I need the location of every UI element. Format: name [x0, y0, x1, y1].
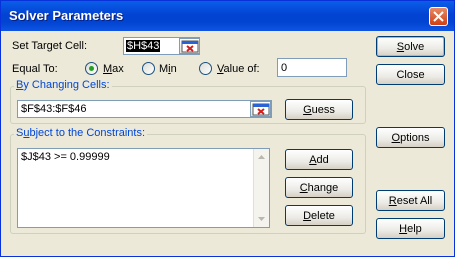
window-title: Solver Parameters: [9, 8, 124, 23]
solver-dialog: Solver Parameters Set Target Cell: $H$43…: [0, 0, 455, 257]
solve-button[interactable]: Solve: [376, 36, 445, 57]
scroll-up-icon[interactable]: [254, 149, 269, 165]
constraints-list[interactable]: $J$43 >= 0.99999: [17, 148, 270, 228]
collapse-dialog-icon: [181, 40, 199, 53]
radio-value-of[interactable]: [199, 62, 212, 75]
changing-cells-field[interactable]: $F$43:$F$46: [17, 100, 272, 118]
scrollbar[interactable]: [253, 149, 269, 227]
close-window-button[interactable]: [429, 7, 448, 26]
radio-value-of-label[interactable]: Value of:: [217, 63, 260, 75]
changing-cells-value: $F$43:$F$46: [21, 103, 87, 115]
target-collapse-button[interactable]: [179, 38, 200, 54]
target-cell-label: Set Target Cell:: [12, 40, 88, 52]
equal-to-label: Equal To:: [12, 63, 58, 75]
change-button[interactable]: Change: [285, 177, 353, 198]
guess-button[interactable]: Guess: [285, 99, 353, 120]
options-button[interactable]: Options: [376, 127, 445, 148]
add-button[interactable]: Add: [285, 149, 353, 170]
changing-cells-label: By Changing Cells:: [14, 79, 112, 91]
radio-max[interactable]: [85, 62, 98, 75]
delete-button[interactable]: Delete: [285, 205, 353, 226]
radio-min[interactable]: [142, 62, 155, 75]
radio-selected-dot: [89, 66, 94, 71]
radio-max-label[interactable]: Max: [103, 63, 124, 75]
reset-all-button[interactable]: Reset All: [376, 190, 445, 211]
value-of-input[interactable]: 0: [277, 58, 347, 77]
constraints-label: Subject to the Constraints:: [14, 127, 148, 139]
changing-collapse-button[interactable]: [250, 101, 271, 117]
scroll-down-icon[interactable]: [254, 211, 269, 227]
radio-min-label[interactable]: Min: [159, 63, 177, 75]
value-of-text: 0: [281, 62, 288, 74]
title-bar[interactable]: Solver Parameters: [1, 1, 454, 31]
target-cell-value: $H$43: [126, 40, 161, 52]
help-button[interactable]: Help: [376, 218, 445, 239]
close-icon: [433, 11, 444, 22]
collapse-dialog-icon: [252, 103, 270, 116]
constraint-item[interactable]: $J$43 >= 0.99999: [21, 151, 110, 163]
close-button[interactable]: Close: [376, 64, 445, 85]
target-cell-field[interactable]: $H$43: [123, 37, 200, 55]
